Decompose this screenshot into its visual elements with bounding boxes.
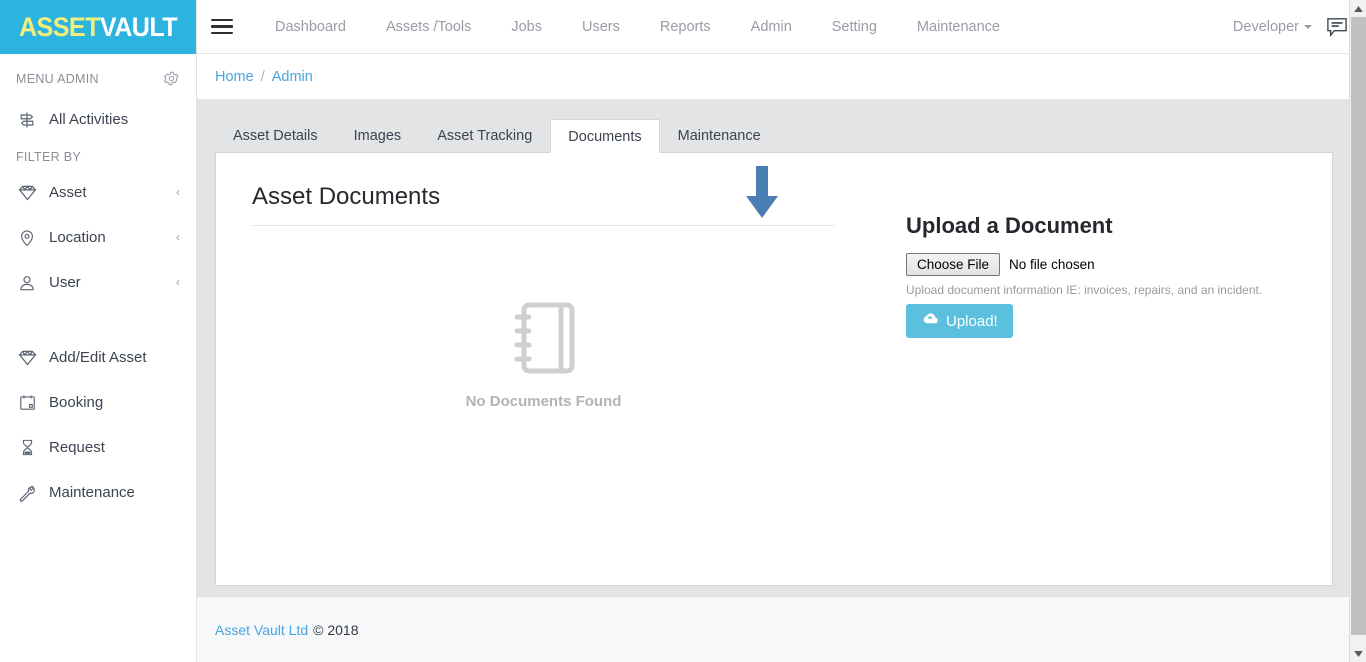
sidebar-item-asset[interactable]: Asset ‹ [0, 170, 196, 215]
sidebar-item-label: All Activities [49, 111, 129, 128]
logo-text-asset: ASSET [18, 11, 100, 42]
tab-images[interactable]: Images [336, 118, 420, 152]
sidebar-item-label: Add/Edit Asset [49, 349, 147, 366]
file-input-row[interactable]: Choose File No file chosen [906, 253, 1332, 276]
chevron-down-icon [1304, 24, 1312, 29]
sidebar-item-request[interactable]: Request [0, 425, 196, 470]
breadcrumb-separator: / [260, 68, 265, 85]
nav-users[interactable]: Users [562, 0, 640, 54]
upload-section: Upload a Document Choose File No file ch… [906, 153, 1332, 585]
nav-maintenance[interactable]: Maintenance [897, 0, 1020, 54]
scroll-up-arrow-icon[interactable] [1350, 0, 1366, 17]
calendar-icon [16, 392, 38, 414]
scrollbar-thumb[interactable] [1351, 17, 1366, 635]
sidebar-item-all-activities[interactable]: All Activities [0, 97, 196, 142]
sidebar-item-label: User [49, 274, 81, 291]
sidebar-item-add-edit-asset[interactable]: Add/Edit Asset [0, 335, 196, 380]
logo-text-vault: VAULT [99, 11, 178, 42]
content-panel: Asset Documents No Documents Found Uploa… [215, 152, 1333, 586]
nav-jobs[interactable]: Jobs [491, 0, 562, 54]
page-title: Asset Documents [252, 183, 835, 226]
breadcrumb-admin[interactable]: Admin [272, 69, 313, 85]
diamond-icon [16, 182, 38, 204]
nav-admin[interactable]: Admin [731, 0, 812, 54]
hamburger-icon[interactable] [211, 18, 233, 35]
upload-button[interactable]: Upload! [906, 304, 1013, 338]
sidebar-item-maintenance[interactable]: Maintenance [0, 470, 196, 515]
notebook-icon [509, 298, 579, 383]
top-right-region: Developer [1233, 17, 1348, 37]
sidebar-filter-label: FILTER BY [16, 150, 81, 164]
choose-file-button[interactable]: Choose File [906, 253, 1001, 276]
empty-state-label: No Documents Found [465, 393, 622, 410]
nav-reports[interactable]: Reports [640, 0, 731, 54]
nav-assets-tools[interactable]: Assets /Tools [366, 0, 491, 54]
sidebar-item-label: Maintenance [49, 484, 135, 501]
sidebar-menu-label: MENU ADMIN [16, 71, 99, 86]
sidebar-header: MENU ADMIN [0, 54, 196, 97]
footer-link[interactable]: Asset Vault Ltd [215, 622, 308, 638]
chevron-left-icon: ‹ [176, 184, 180, 199]
upload-button-label: Upload! [946, 312, 998, 330]
work-area: Asset Details Images Asset Tracking Docu… [197, 100, 1366, 596]
signpost-icon [16, 109, 38, 131]
sidebar-item-booking[interactable]: Booking [0, 380, 196, 425]
main-region: Dashboard Assets /Tools Jobs Users Repor… [197, 0, 1366, 662]
app-logo[interactable]: ASSETVAULT [0, 0, 196, 54]
hourglass-icon [16, 437, 38, 459]
sidebar-item-label: Request [49, 439, 105, 456]
top-navigation: Dashboard Assets /Tools Jobs Users Repor… [255, 0, 1020, 54]
comment-icon[interactable] [1326, 17, 1348, 37]
upload-hint: Upload document information IE: invoices… [906, 283, 1263, 297]
diamond-icon [16, 347, 38, 369]
page-footer: Asset Vault Ltd © 2018 [197, 596, 1366, 662]
sidebar-item-location[interactable]: Location ‹ [0, 215, 196, 260]
empty-state: No Documents Found [252, 298, 835, 410]
user-icon [16, 272, 38, 294]
chevron-left-icon: ‹ [176, 274, 180, 289]
tab-asset-details[interactable]: Asset Details [215, 118, 336, 152]
sidebar-item-user[interactable]: User ‹ [0, 260, 196, 305]
chevron-left-icon: ‹ [176, 229, 180, 244]
tab-asset-tracking[interactable]: Asset Tracking [419, 118, 550, 152]
wrench-icon [16, 482, 38, 504]
tab-bar: Asset Details Images Asset Tracking Docu… [215, 118, 1333, 153]
logo-text: ASSETVAULT [18, 11, 178, 43]
sidebar: ASSETVAULT MENU ADMIN All Activities FIL… [0, 0, 197, 662]
nav-setting[interactable]: Setting [812, 0, 897, 54]
breadcrumb: Home / Admin [197, 54, 1366, 100]
gear-icon[interactable] [163, 70, 180, 87]
sidebar-item-label: Booking [49, 394, 104, 411]
sidebar-item-label: Location [49, 229, 106, 246]
footer-copyright: © 2018 [313, 621, 359, 638]
user-menu-label: Developer [1232, 18, 1299, 35]
page-scrollbar[interactable] [1349, 0, 1366, 662]
documents-section: Asset Documents No Documents Found [216, 153, 906, 585]
app-root: ASSETVAULT MENU ADMIN All Activities FIL… [0, 0, 1366, 662]
user-menu[interactable]: Developer [1233, 19, 1312, 35]
file-status-label: No file chosen [1009, 257, 1095, 272]
tab-documents[interactable]: Documents [550, 119, 660, 153]
top-navbar: Dashboard Assets /Tools Jobs Users Repor… [197, 0, 1366, 54]
cloud-upload-icon [921, 312, 939, 330]
tab-maintenance[interactable]: Maintenance [660, 118, 779, 152]
nav-dashboard[interactable]: Dashboard [255, 0, 366, 54]
map-pin-icon [16, 227, 38, 249]
upload-heading: Upload a Document [906, 213, 1113, 238]
sidebar-item-label: Asset [49, 184, 87, 201]
scroll-down-arrow-icon[interactable] [1350, 645, 1366, 662]
breadcrumb-home[interactable]: Home [215, 69, 254, 85]
